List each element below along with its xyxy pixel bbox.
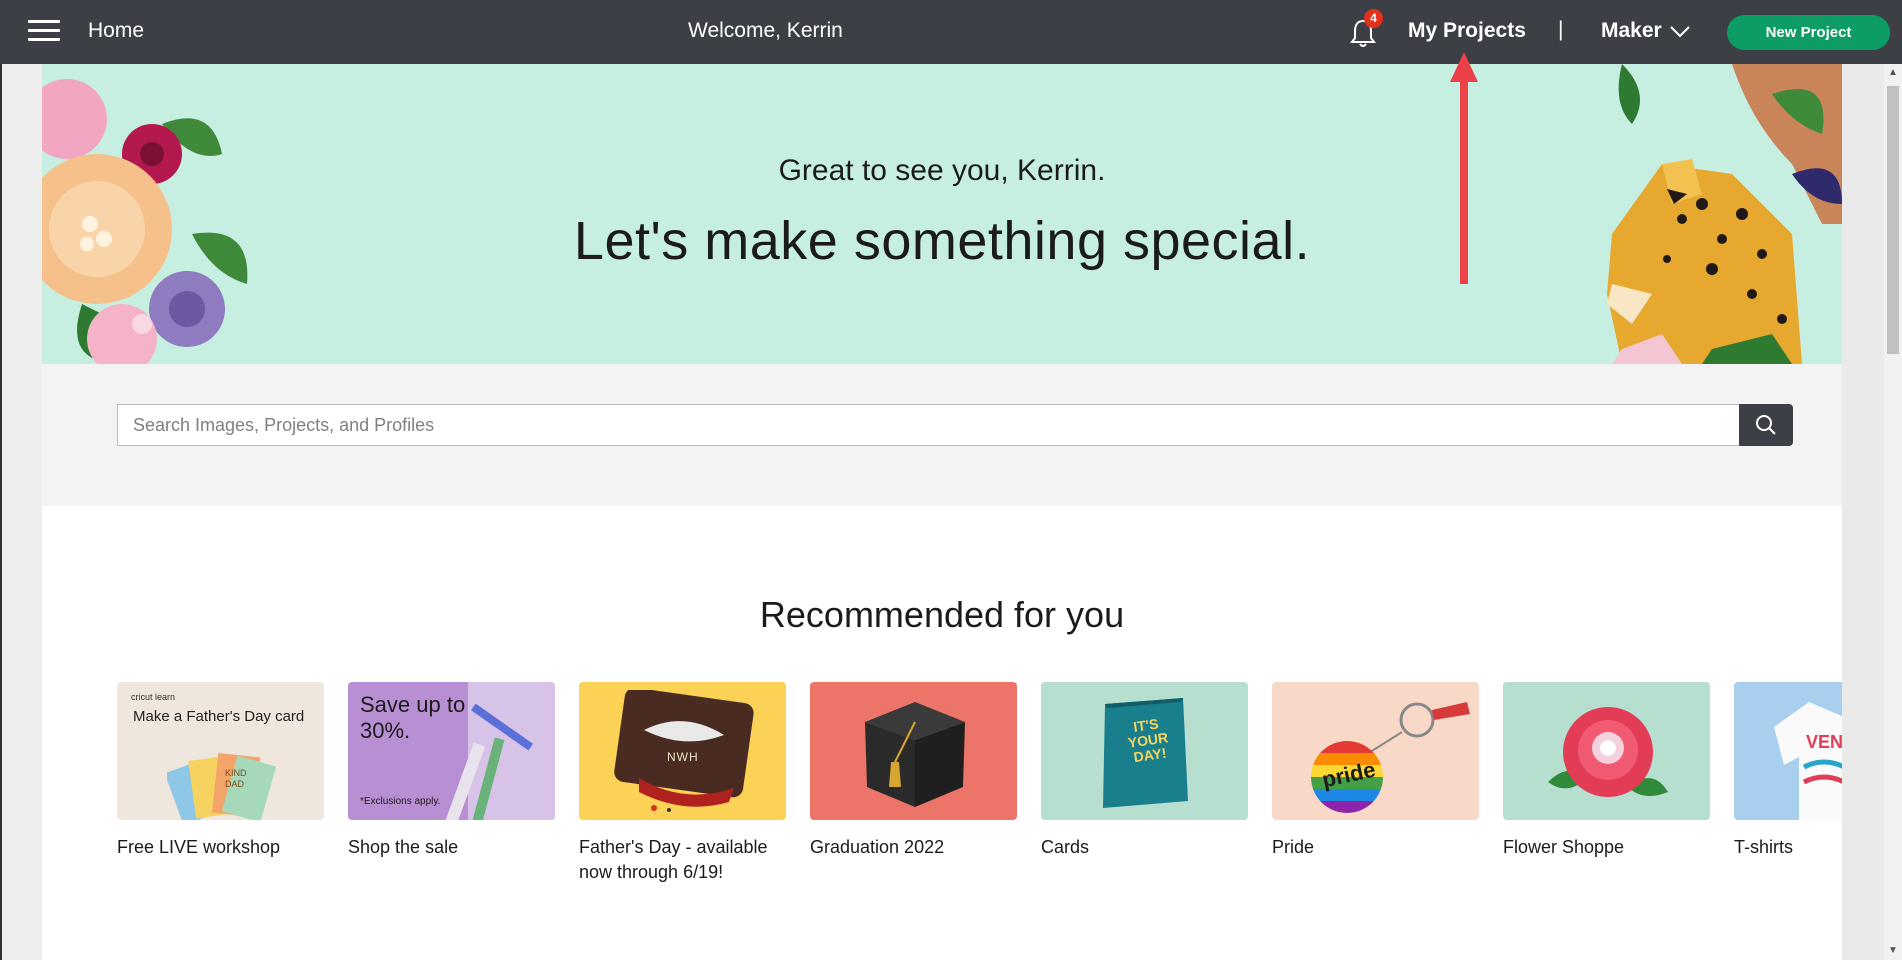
card-thumbnail[interactable]: pride — [1272, 682, 1479, 820]
card-caption[interactable]: T-shirts — [1734, 835, 1842, 860]
card-thumbnail[interactable] — [1503, 682, 1710, 820]
card-thumbnail[interactable]: VENI — [1734, 682, 1842, 820]
recommended-card-t-shirts[interactable]: VENI T-shirts — [1734, 682, 1842, 860]
recommended-card-graduation-2022[interactable]: Graduation 2022 — [810, 682, 1017, 860]
machine-selector-label[interactable]: Maker — [1601, 19, 1662, 43]
hero-title: Let's make something special. — [573, 211, 1311, 271]
vertical-scrollbar[interactable]: ▲ ▼ — [1884, 64, 1902, 960]
search-input[interactable] — [117, 404, 1739, 446]
thumb-note: *Exclusions apply. — [360, 796, 441, 807]
paper-flower-illustration — [1548, 707, 1668, 797]
top-nav-bar: Home Welcome, Kerrin 4 My Projects | Mak… — [0, 0, 1902, 64]
nav-divider: | — [1558, 18, 1564, 41]
main-content: Recommended for you cricut learn Make a … — [42, 506, 1842, 960]
left-frame — [0, 64, 42, 960]
card-caption[interactable]: Father's Day - available now through 6/1… — [579, 835, 786, 885]
search-section — [42, 364, 1842, 506]
recommended-card-cards[interactable]: IT'S YOUR DAY! Cards — [1041, 682, 1248, 860]
scroll-down-arrow-icon[interactable]: ▼ — [1884, 942, 1902, 960]
card-caption[interactable]: Pride — [1272, 835, 1479, 860]
recommended-card-fathers-day[interactable]: NWH Father's Day - available now through… — [579, 682, 786, 885]
card-caption[interactable]: Cards — [1041, 835, 1248, 860]
recommended-heading: Recommended for you — [759, 594, 1125, 635]
hero-banner: Great to see you, Kerrin. Let's make som… — [42, 64, 1842, 364]
thumb-card-text: KIND DAD — [225, 768, 247, 789]
welcome-message: Welcome, Kerrin — [688, 19, 843, 42]
thumb-title: Save up to 30%. — [360, 692, 466, 743]
recommended-card-shop-the-sale[interactable]: Save up to 30%. *Exclusions apply. Shop … — [348, 682, 555, 860]
card-caption[interactable]: Graduation 2022 — [810, 835, 1017, 860]
scrollbar-thumb[interactable] — [1887, 86, 1899, 354]
recommended-card-flower-shoppe[interactable]: Flower Shoppe — [1503, 682, 1710, 860]
thumb-card-text: IT'S YOUR DAY! — [1126, 715, 1170, 766]
search-icon — [1756, 415, 1776, 435]
left-frame-border — [0, 64, 2, 960]
card-thumbnail[interactable]: Save up to 30%. *Exclusions apply. — [348, 682, 555, 820]
t-shirt-illustration — [1774, 702, 1842, 820]
pride-keychain-illustration — [1311, 702, 1470, 813]
cards-illustration — [167, 752, 277, 820]
card-caption[interactable]: Shop the sale — [348, 835, 555, 860]
hamburger-menu-icon[interactable] — [28, 20, 60, 44]
page-title: Home — [88, 19, 145, 42]
my-projects-link[interactable]: My Projects — [1408, 19, 1526, 43]
search-button[interactable] — [1739, 404, 1793, 446]
recommended-card-pride[interactable]: pride Pride — [1272, 682, 1479, 860]
new-project-button[interactable]: New Project — [1727, 15, 1890, 50]
graduation-cap-box-icon — [865, 702, 965, 807]
annotation-arrow-icon — [1450, 52, 1478, 284]
chevron-down-icon[interactable] — [1668, 22, 1692, 40]
recommended-card-free-live-workshop[interactable]: cricut learn Make a Father's Day card KI… — [117, 682, 324, 860]
thumb-brand: cricut learn — [131, 692, 176, 702]
card-caption[interactable]: Free LIVE workshop — [117, 835, 324, 860]
hero-greeting: Great to see you, Kerrin. — [778, 154, 1106, 187]
card-thumbnail[interactable]: cricut learn Make a Father's Day card KI… — [117, 682, 324, 820]
thumb-title: Make a Father's Day card — [133, 708, 305, 725]
card-thumbnail[interactable]: IT'S YOUR DAY! — [1041, 682, 1248, 820]
card-caption[interactable]: Flower Shoppe — [1503, 835, 1710, 860]
scroll-up-arrow-icon[interactable]: ▲ — [1884, 64, 1902, 82]
thumb-card-text: VENI — [1806, 732, 1842, 752]
card-thumbnail[interactable]: NWH — [579, 682, 786, 820]
notification-count-badge: 4 — [1364, 9, 1383, 28]
thumb-monogram: NWH — [667, 750, 699, 764]
card-thumbnail[interactable] — [810, 682, 1017, 820]
